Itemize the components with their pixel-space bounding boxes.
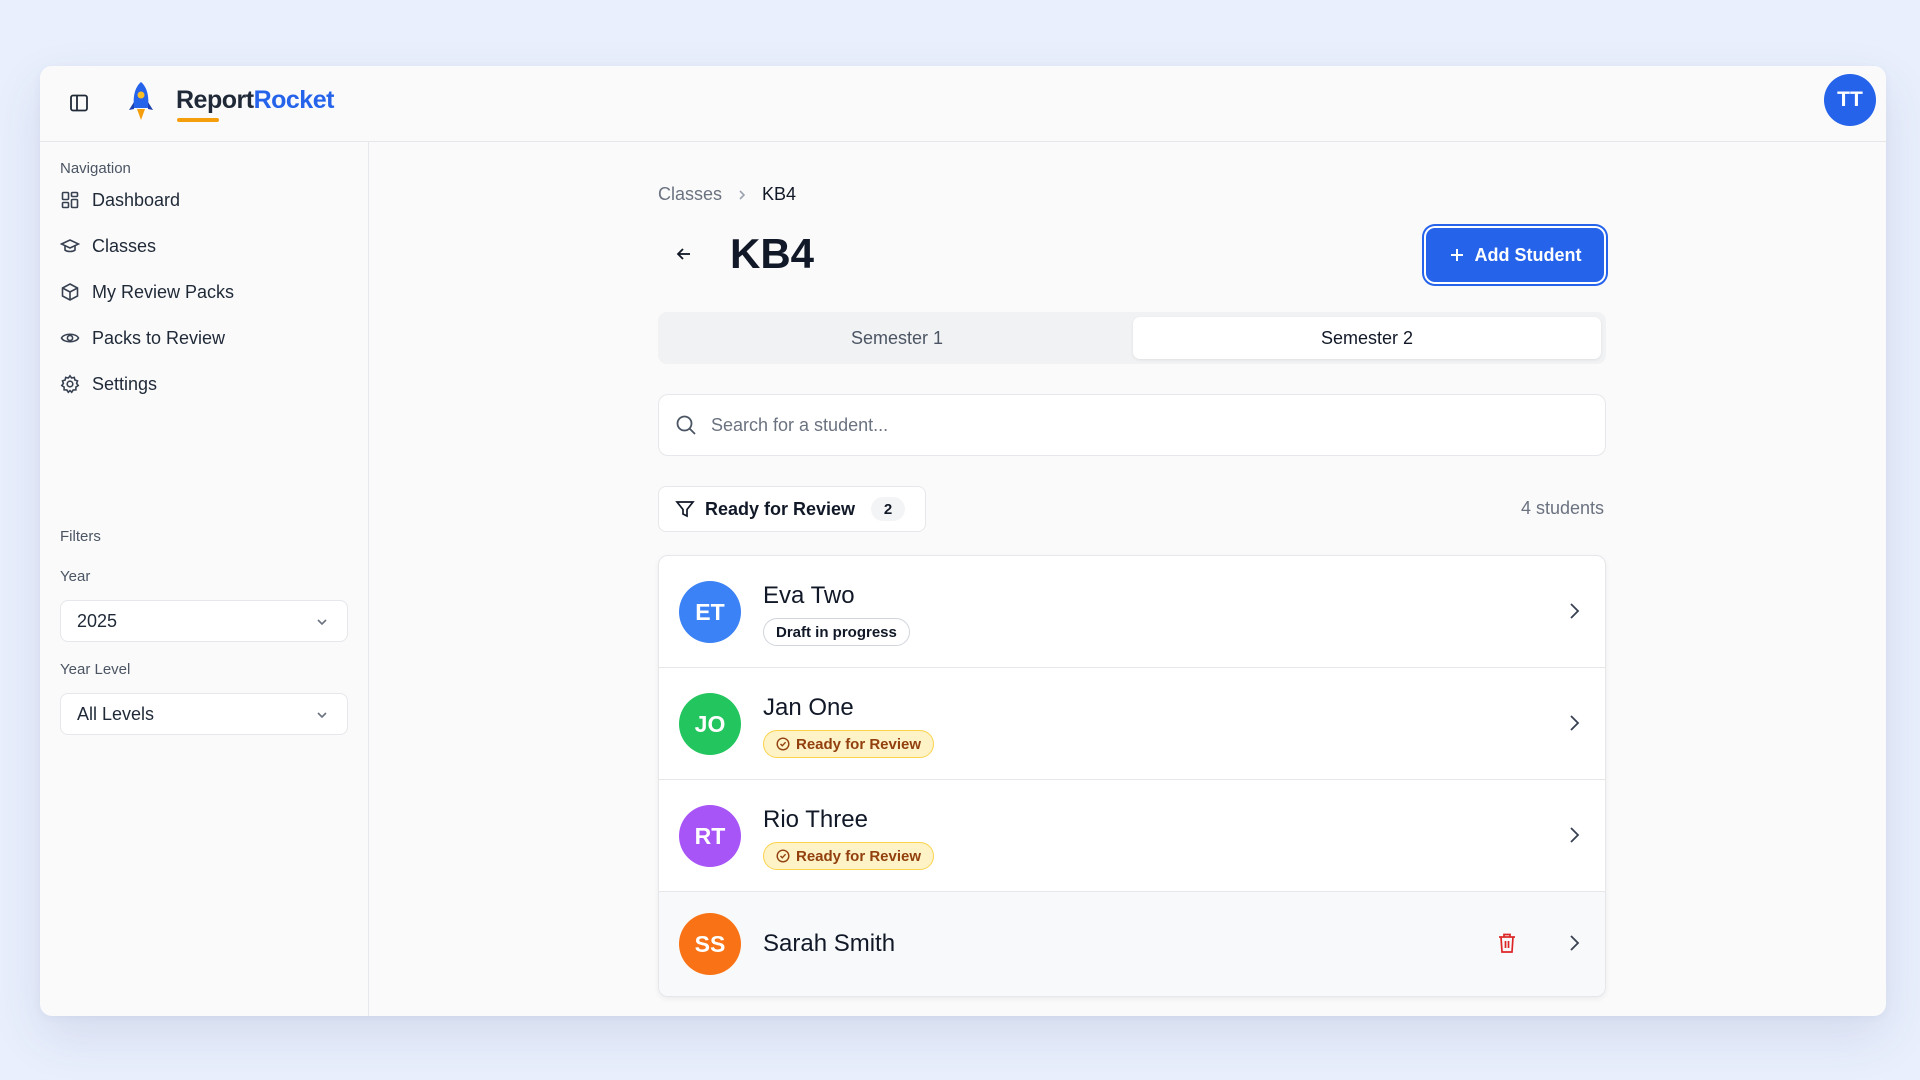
semester-tabs: Semester 1 Semester 2 bbox=[658, 312, 1606, 364]
chevron-down-icon bbox=[317, 619, 327, 626]
add-student-label: Add Student bbox=[1474, 244, 1582, 265]
student-row[interactable]: ET Eva Two Draft in progress bbox=[659, 556, 1605, 668]
year-level-select-value: All Levels bbox=[77, 703, 155, 724]
plus-icon bbox=[1450, 249, 1463, 261]
status-badge-label: Ready for Review bbox=[796, 735, 922, 753]
page-title: KB4 bbox=[730, 230, 815, 277]
sidebar-item-label: Packs to Review bbox=[92, 327, 226, 348]
status-badge-label: Draft in progress bbox=[776, 623, 897, 641]
year-select[interactable]: 2025 bbox=[60, 600, 348, 642]
student-search-input[interactable]: Search for a student... bbox=[658, 394, 1606, 456]
sidebar-toggle-icon[interactable] bbox=[64, 88, 94, 118]
student-row[interactable]: RT Rio Three Ready for Review bbox=[659, 780, 1605, 892]
status-badge: Draft in progress bbox=[763, 618, 910, 646]
year-label: Year bbox=[60, 568, 91, 585]
trash-icon[interactable] bbox=[1497, 932, 1517, 954]
search-icon bbox=[676, 415, 696, 435]
sidebar: Navigation Dashboard Classes My Review P… bbox=[40, 142, 369, 1016]
app-window: ReportRocket TT Navigation Dashboard Cla… bbox=[40, 66, 1886, 1016]
chevron-right-icon bbox=[1570, 935, 1580, 951]
avatar: SS bbox=[679, 913, 741, 975]
sidebar-item-classes[interactable]: Classes bbox=[60, 229, 156, 263]
status-badge: Ready for Review bbox=[763, 730, 935, 758]
student-count: 4 students bbox=[1520, 498, 1604, 518]
filters-heading: Filters bbox=[60, 528, 101, 545]
graduation-cap-icon bbox=[60, 239, 80, 253]
add-student-button[interactable]: Add Student bbox=[1426, 228, 1604, 282]
filter-label: Ready for Review bbox=[705, 498, 856, 519]
rocket-logo-icon bbox=[126, 80, 156, 124]
breadcrumb-classes-link[interactable]: Classes bbox=[658, 184, 722, 205]
filter-count-badge: 2 bbox=[871, 497, 906, 521]
user-avatar[interactable]: TT bbox=[1824, 74, 1876, 126]
sidebar-item-label: My Review Packs bbox=[92, 281, 235, 302]
check-circle-icon bbox=[776, 849, 790, 863]
sidebar-item-packs-to-review[interactable]: Packs to Review bbox=[60, 321, 225, 355]
brand-name: ReportRocket bbox=[176, 86, 334, 115]
gear-icon bbox=[60, 374, 80, 394]
chevron-right-icon bbox=[1570, 603, 1580, 619]
sidebar-item-settings[interactable]: Settings bbox=[60, 367, 157, 401]
navigation-heading: Navigation bbox=[60, 160, 131, 177]
sidebar-item-label: Dashboard bbox=[92, 189, 181, 210]
package-icon bbox=[61, 283, 79, 301]
sidebar-item-label: Classes bbox=[92, 235, 157, 256]
filter-icon bbox=[675, 501, 695, 518]
year-level-label: Year Level bbox=[60, 661, 131, 678]
student-name: Eva Two bbox=[763, 582, 855, 609]
eye-icon bbox=[60, 333, 80, 343]
chevron-right-icon bbox=[1570, 715, 1580, 731]
brand-name-part1: Report bbox=[176, 86, 254, 114]
ready-for-review-filter[interactable]: Ready for Review 2 bbox=[658, 486, 926, 532]
year-select-value: 2025 bbox=[77, 610, 118, 631]
chevron-right-icon bbox=[736, 189, 748, 201]
sidebar-item-dashboard[interactable]: Dashboard bbox=[60, 183, 180, 217]
back-arrow-icon[interactable] bbox=[666, 236, 702, 272]
avatar: JO bbox=[679, 693, 741, 755]
status-badge-label: Ready for Review bbox=[796, 847, 922, 865]
student-name: Rio Three bbox=[763, 806, 868, 833]
brand-underline bbox=[177, 118, 219, 122]
check-circle-icon bbox=[776, 737, 790, 751]
breadcrumb-current: KB4 bbox=[762, 184, 797, 204]
tab-semester-2[interactable]: Semester 2 bbox=[1133, 317, 1601, 359]
sidebar-item-my-review-packs[interactable]: My Review Packs bbox=[60, 275, 234, 309]
brand-name-part2: Rocket bbox=[253, 86, 335, 114]
avatar: ET bbox=[679, 581, 741, 643]
dashboard-icon bbox=[61, 191, 79, 209]
year-level-select[interactable]: All Levels bbox=[60, 693, 348, 735]
chevron-down-icon bbox=[317, 712, 327, 719]
student-name: Jan One bbox=[763, 694, 854, 721]
tab-semester-1[interactable]: Semester 1 bbox=[663, 317, 1131, 359]
top-bar: ReportRocket TT bbox=[40, 66, 1886, 142]
student-name: Sarah Smith bbox=[763, 930, 896, 957]
avatar: RT bbox=[679, 805, 741, 867]
student-row[interactable]: JO Jan One Ready for Review bbox=[659, 668, 1605, 780]
breadcrumb: Classes KB4 bbox=[658, 184, 796, 205]
sidebar-item-label: Settings bbox=[92, 373, 158, 394]
student-row[interactable]: SS Sarah Smith bbox=[659, 892, 1605, 996]
status-badge: Ready for Review bbox=[763, 842, 935, 870]
student-list: ET Eva Two Draft in progress JO Jan One … bbox=[658, 555, 1606, 997]
chevron-right-icon bbox=[1570, 827, 1580, 843]
search-placeholder: Search for a student... bbox=[711, 414, 889, 435]
